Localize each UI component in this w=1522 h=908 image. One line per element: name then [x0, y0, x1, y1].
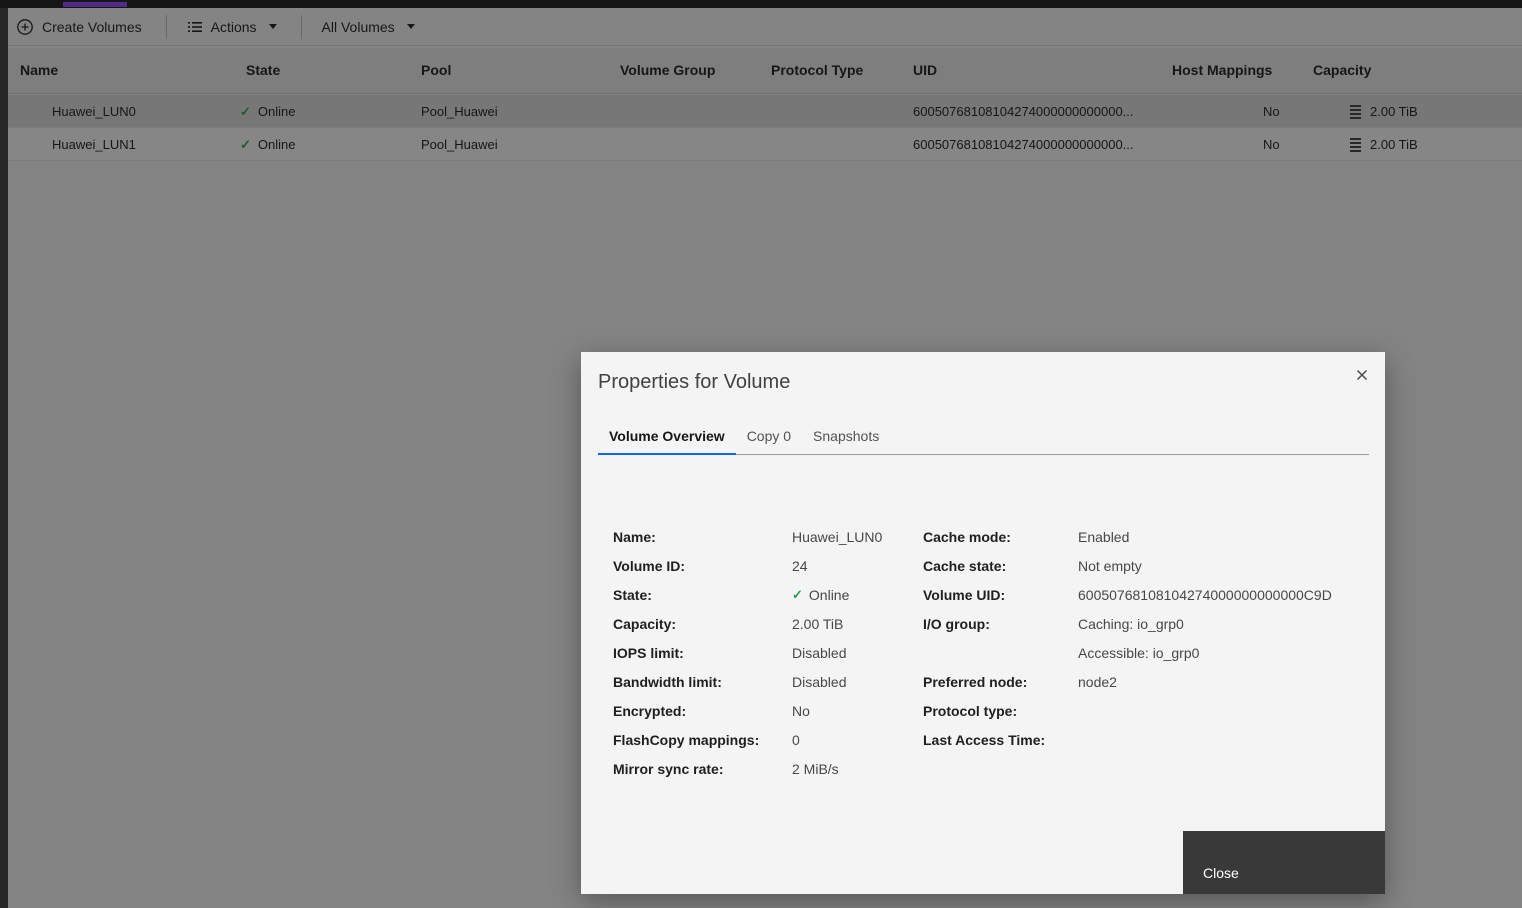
property-value: Caching: io_grp0	[1078, 616, 1184, 632]
property-value: 2 MiB/s	[792, 761, 839, 777]
property-value: No	[792, 703, 810, 719]
property-row: I/O group: Caching: io_grp0	[923, 609, 1332, 638]
property-label: Volume UID:	[923, 587, 1078, 603]
property-value: 0	[792, 732, 800, 748]
property-row: Accessible: io_grp0	[923, 638, 1332, 667]
property-row: IOPS limit: Disabled	[613, 638, 882, 667]
property-row: Cache mode: Enabled	[923, 522, 1332, 551]
modal-close-button[interactable]	[1346, 359, 1378, 391]
tab-snapshots[interactable]: Snapshots	[802, 418, 890, 455]
property-value: Enabled	[1078, 529, 1129, 545]
property-label: I/O group:	[923, 616, 1078, 632]
property-value: 60050768108104274000000000000C9D	[1078, 587, 1332, 603]
property-value: 2.00 TiB	[792, 616, 843, 632]
property-value: 24	[792, 558, 808, 574]
property-row: Name: Huawei_LUN0	[613, 522, 882, 551]
property-row: Volume ID: 24	[613, 551, 882, 580]
close-button[interactable]: Close	[1183, 831, 1385, 894]
property-row: Protocol type:	[923, 696, 1332, 725]
property-label: Capacity:	[613, 616, 792, 632]
tab-copy-0[interactable]: Copy 0	[736, 418, 802, 455]
property-row: Capacity: 2.00 TiB	[613, 609, 882, 638]
property-label: Mirror sync rate:	[613, 761, 792, 777]
property-row: Mirror sync rate: 2 MiB/s	[613, 754, 882, 783]
property-value: node2	[1078, 674, 1117, 690]
volume-properties-right-column: Cache mode: Enabled Cache state: Not emp…	[923, 522, 1332, 754]
property-row: Bandwidth limit: Disabled	[613, 667, 882, 696]
property-row: Last Access Time:	[923, 725, 1332, 754]
close-icon	[1355, 368, 1369, 382]
property-value: Disabled	[792, 674, 846, 690]
state-value: Online	[809, 587, 849, 603]
tab-volume-overview[interactable]: Volume Overview	[598, 418, 736, 455]
property-row: FlashCopy mappings: 0	[613, 725, 882, 754]
volume-properties-left-column: Name: Huawei_LUN0 Volume ID: 24 State: ✓…	[613, 522, 882, 783]
modal-tabs: Volume Overview Copy 0 Snapshots	[598, 418, 1369, 455]
property-label: Cache mode:	[923, 529, 1078, 545]
property-row: Encrypted: No	[613, 696, 882, 725]
property-row: Preferred node: node2	[923, 667, 1332, 696]
property-label: Encrypted:	[613, 703, 792, 719]
property-label: Last Access Time:	[923, 732, 1078, 748]
property-label: FlashCopy mappings:	[613, 732, 792, 748]
property-label: Preferred node:	[923, 674, 1078, 690]
modal-title: Properties for Volume	[598, 371, 790, 394]
property-row: State: ✓ Online	[613, 580, 882, 609]
property-value: Disabled	[792, 645, 846, 661]
property-label: Volume ID:	[613, 558, 792, 574]
property-label: IOPS limit:	[613, 645, 792, 661]
property-label: Name:	[613, 529, 792, 545]
property-row: Cache state: Not empty	[923, 551, 1332, 580]
property-value: ✓ Online	[792, 587, 849, 603]
property-label: Bandwidth limit:	[613, 674, 792, 690]
property-value: Not empty	[1078, 558, 1142, 574]
status-ok-icon: ✓	[792, 588, 803, 601]
app-window: Create Volumes Actions All Volumes Name …	[0, 0, 1522, 908]
property-value: Accessible: io_grp0	[1078, 645, 1199, 661]
property-label: Cache state:	[923, 558, 1078, 574]
property-row: Volume UID: 6005076810810427400000000000…	[923, 580, 1332, 609]
properties-for-volume-modal: Properties for Volume Volume Overview Co…	[581, 352, 1385, 894]
property-label: State:	[613, 587, 792, 603]
property-value: Huawei_LUN0	[792, 529, 882, 545]
property-label: Protocol type:	[923, 703, 1078, 719]
